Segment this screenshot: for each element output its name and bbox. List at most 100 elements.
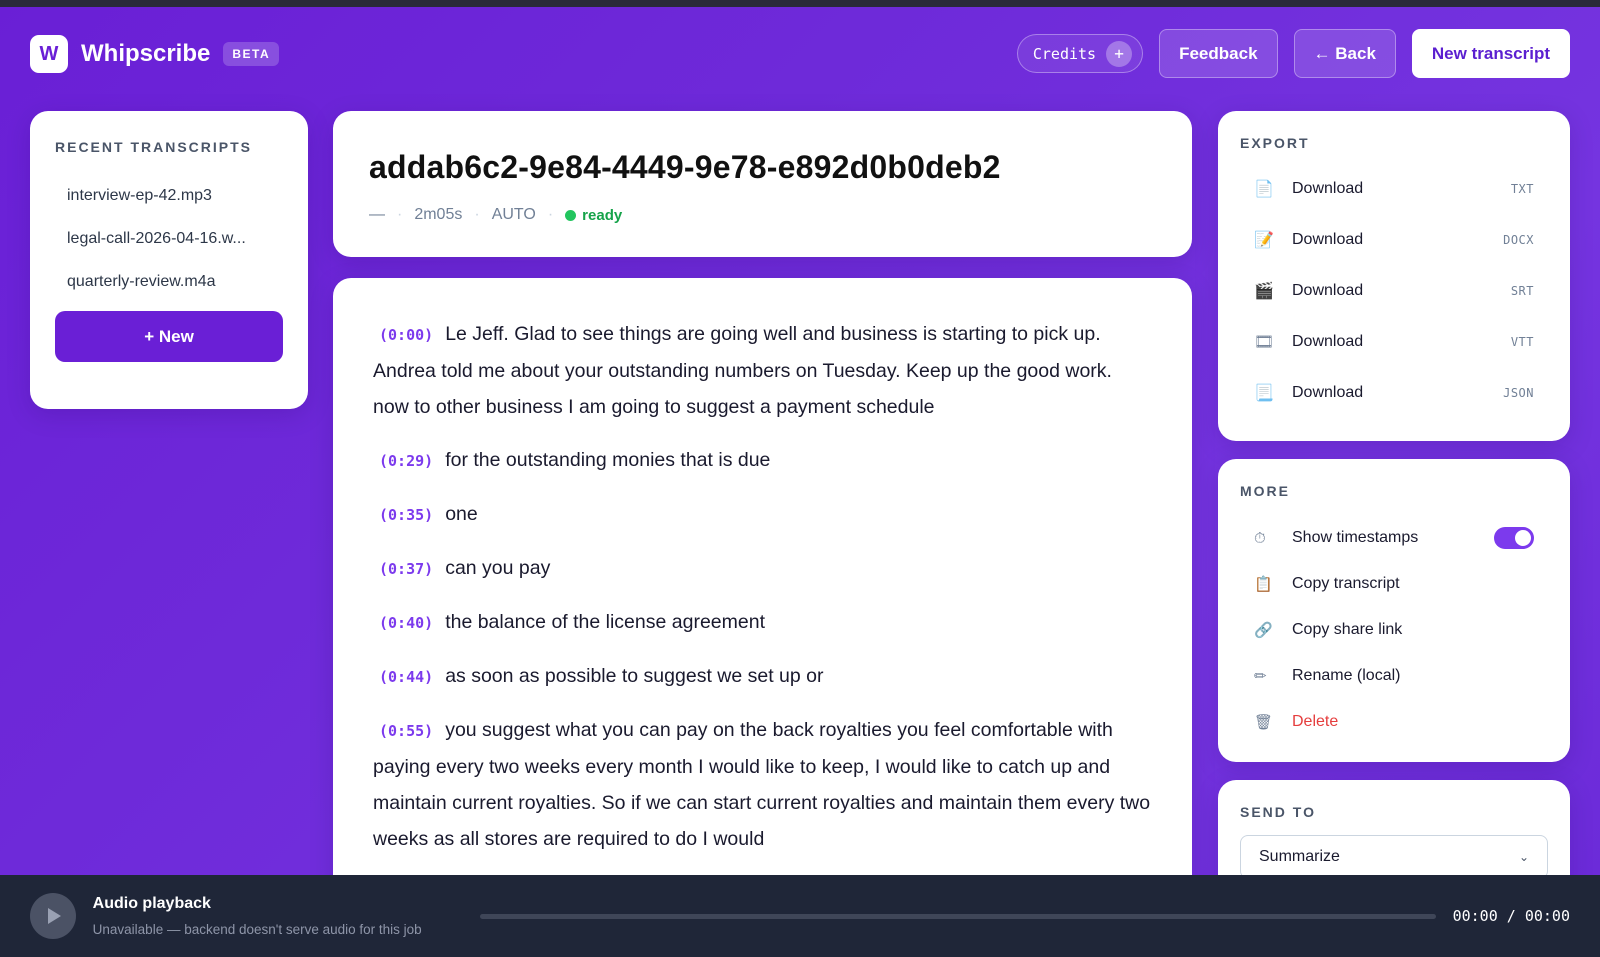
export-panel: EXPORT 📄 Download TXT 📝 Download DOCX 🎬 Downloa… xyxy=(1218,111,1570,441)
transcript-segment: (0:37) can you pay xyxy=(373,550,1152,587)
segment-timestamp[interactable]: (0:40) xyxy=(379,614,433,632)
data-file-icon: 📃 xyxy=(1254,384,1274,402)
duration: 2m05s xyxy=(414,206,463,223)
transcript-segment: (0:55) you suggest what you can pay on th… xyxy=(373,712,1152,857)
copy-share-link-button[interactable]: 🔗 Copy share link xyxy=(1240,607,1548,653)
chevron-down-icon: ⌄ xyxy=(1518,850,1529,864)
segment-timestamp[interactable]: (0:00) xyxy=(379,326,433,344)
play-button[interactable] xyxy=(30,893,76,939)
action-label: Copy transcript xyxy=(1292,575,1400,592)
status-label: ready xyxy=(582,206,623,224)
link-icon: 🔗 xyxy=(1254,622,1273,639)
player-info: Audio playback Unavailable — backend doe… xyxy=(93,895,470,937)
format-label: VTT xyxy=(1510,334,1534,349)
recent-transcript-item[interactable]: legal-call-2026-04-16.w... xyxy=(55,218,283,261)
segment-timestamp[interactable]: (0:37) xyxy=(379,560,433,578)
rename-local-button[interactable]: ✏ Rename (local) xyxy=(1240,653,1548,699)
brand[interactable]: W Whipscribe BETA xyxy=(30,35,280,73)
format-label: TXT xyxy=(1510,181,1534,196)
app-name: Whipscribe xyxy=(81,40,211,67)
memo-icon: 📝 xyxy=(1254,231,1274,249)
transcript-segment: (0:44) as soon as possible to suggest we … xyxy=(373,658,1152,695)
download-label: Download xyxy=(1292,230,1364,248)
clapper-icon: 🎬 xyxy=(1254,282,1274,300)
language: AUTO xyxy=(491,206,536,223)
download-label: Download xyxy=(1292,179,1364,197)
send-to-select[interactable]: Summarize ⌄ xyxy=(1240,835,1548,879)
new-button[interactable]: + New xyxy=(55,311,283,362)
back-button[interactable]: ← Back xyxy=(1293,29,1396,78)
download-label: Download xyxy=(1292,383,1364,401)
separator-dot: · xyxy=(474,206,480,223)
download-label: Download xyxy=(1292,332,1364,350)
recent-transcripts-panel: RECENT TRANSCRIPTS interview-ep-42.mp3 l… xyxy=(30,111,308,409)
transcript-segment: (0:29) for the outstanding monies that is… xyxy=(373,442,1152,479)
transcript-segment: (0:00) Le Jeff. Glad to see things are go… xyxy=(373,316,1152,425)
download-vtt-button[interactable]: 🎞 Download VTT xyxy=(1240,316,1548,367)
trash-icon: 🗑 xyxy=(1254,714,1274,731)
toggle-knob xyxy=(1515,530,1531,546)
format-label: JSON xyxy=(1503,385,1534,400)
delete-button[interactable]: 🗑 Delete xyxy=(1240,699,1548,745)
time-readout: 00:00 / 00:00 xyxy=(1452,907,1570,925)
job-header-card: addab6c2-9e84-4449-9e78-e892d0b0deb2 — ·… xyxy=(333,111,1192,257)
show-timestamps-row[interactable]: ⏱ Show timestamps xyxy=(1240,515,1548,561)
separator-dot: · xyxy=(547,206,554,223)
segment-timestamp[interactable]: (0:29) xyxy=(379,452,433,470)
send-to-selected: Summarize xyxy=(1259,848,1340,865)
more-panel: MORE ⏱ Show timestamps 📋 Copy transcript 🔗… xyxy=(1218,459,1570,762)
new-transcript-button[interactable]: New transcript xyxy=(1411,29,1570,78)
download-txt-button[interactable]: 📄 Download TXT xyxy=(1240,163,1548,214)
job-title: addab6c2-9e84-4449-9e78-e892d0b0deb2 xyxy=(369,149,1001,185)
action-label: Rename (local) xyxy=(1292,667,1401,684)
export-title: EXPORT xyxy=(1240,135,1310,151)
seek-bar[interactable] xyxy=(479,913,1436,919)
logo-icon: W xyxy=(30,35,68,73)
separator-dot: · xyxy=(397,206,403,223)
feedback-button[interactable]: Feedback xyxy=(1159,29,1278,78)
segment-timestamp[interactable]: (0:44) xyxy=(379,668,433,686)
action-label: Delete xyxy=(1292,713,1339,730)
audio-player: Audio playback Unavailable — backend doe… xyxy=(0,875,1600,957)
play-icon xyxy=(48,908,62,924)
recent-transcripts-title: RECENT TRANSCRIPTS xyxy=(55,139,253,155)
show-timestamps-label: Show timestamps xyxy=(1292,529,1419,546)
meta-dash: — xyxy=(369,206,385,223)
stopwatch-icon: ⏱ xyxy=(1254,529,1266,547)
player-title: Audio playback xyxy=(92,895,211,912)
player-subtitle: Unavailable — backend doesn't serve audi… xyxy=(92,922,422,937)
segment-timestamp[interactable]: (0:55) xyxy=(379,722,433,740)
segment-text: for the outstanding monies that is due xyxy=(445,449,771,471)
more-list: ⏱ Show timestamps 📋 Copy transcript 🔗 Copy … xyxy=(1240,515,1548,745)
segment-text: Le Jeff. Glad to see things are going we… xyxy=(373,323,1112,418)
download-srt-button[interactable]: 🎬 Download SRT xyxy=(1240,265,1548,316)
show-timestamps-toggle[interactable] xyxy=(1494,527,1534,549)
segment-text: as soon as possible to suggest we set up… xyxy=(445,665,824,687)
credits-button[interactable]: Credits + xyxy=(1016,34,1144,73)
send-to-title: SEND TO xyxy=(1240,804,1316,820)
download-json-button[interactable]: 📃 Download JSON xyxy=(1240,367,1548,418)
clipboard-icon: 📋 xyxy=(1254,576,1273,593)
more-actions: 📋 Copy transcript 🔗 Copy share link ✏ Rename … xyxy=(1240,561,1548,745)
transcript-segment: (0:40) the balance of the license agreeme… xyxy=(373,604,1152,641)
pencil-icon: ✏ xyxy=(1254,668,1267,685)
recent-transcripts-list: interview-ep-42.mp3 legal-call-2026-04-1… xyxy=(55,175,283,304)
beta-badge: BETA xyxy=(223,42,280,66)
film-icon: 🎞 xyxy=(1254,333,1275,351)
transcript-panel: (0:00) Le Jeff. Glad to see things are go… xyxy=(333,278,1192,898)
job-meta: — · 2m05s · AUTO · ready xyxy=(369,206,1156,224)
plus-icon[interactable]: + xyxy=(1106,40,1133,67)
copy-transcript-button[interactable]: 📋 Copy transcript xyxy=(1240,561,1548,607)
download-docx-button[interactable]: 📝 Download DOCX xyxy=(1240,214,1548,265)
segment-timestamp[interactable]: (0:35) xyxy=(379,506,433,524)
segment-text: the balance of the license agreement xyxy=(445,611,765,633)
window-top-strip xyxy=(0,0,1600,7)
recent-transcript-item[interactable]: interview-ep-42.mp3 xyxy=(55,175,283,218)
more-title: MORE xyxy=(1240,483,1290,499)
status-dot-icon xyxy=(565,209,577,221)
credits-label: Credits xyxy=(1032,44,1097,63)
transcript-segments: (0:00) Le Jeff. Glad to see things are go… xyxy=(373,316,1152,857)
action-label: Copy share link xyxy=(1292,621,1403,638)
recent-transcript-item[interactable]: quarterly-review.m4a xyxy=(55,261,283,304)
file-icon: 📄 xyxy=(1254,180,1274,198)
